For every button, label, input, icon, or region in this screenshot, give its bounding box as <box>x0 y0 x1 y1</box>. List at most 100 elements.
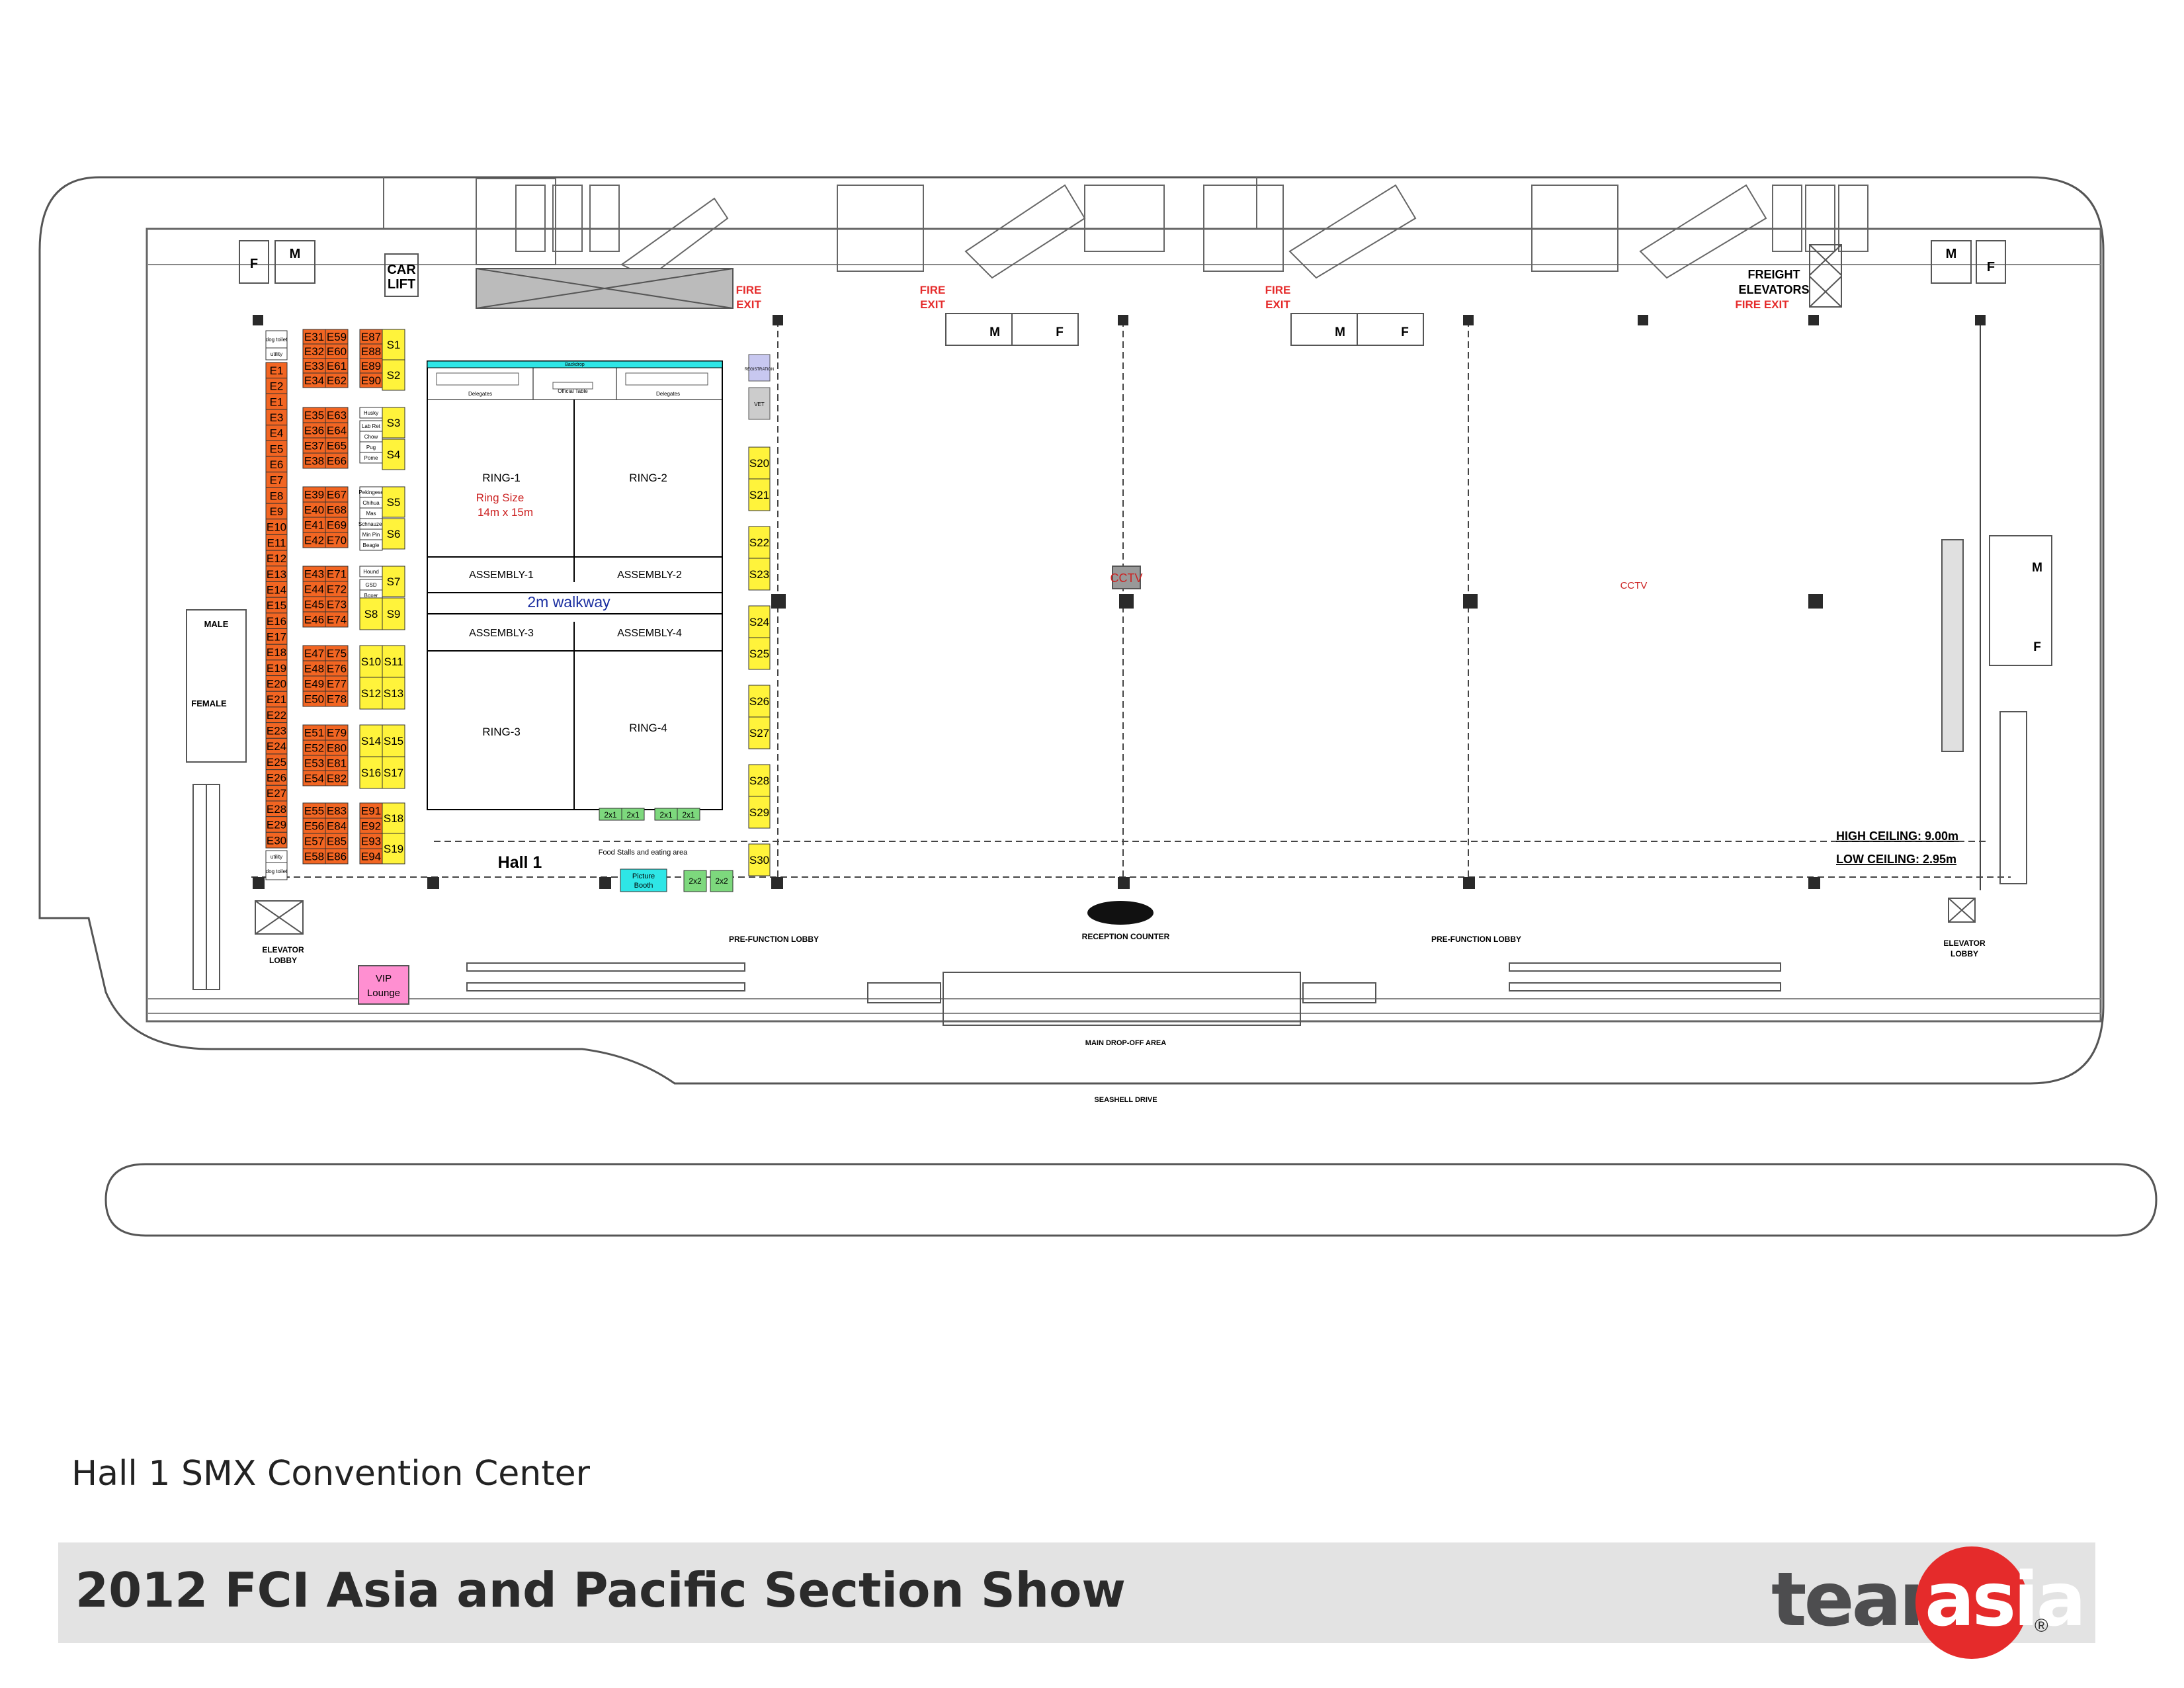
dog-toilet-top-label: dog toilet <box>266 337 288 343</box>
prefunction-lobby-right: PRE-FUNCTION LOBBY <box>1431 935 1521 944</box>
sponsor-pair-2-a-label: S12 <box>361 687 381 700</box>
booth-col1-23-label: E23 <box>267 725 286 738</box>
booth-col3-7-label: E70 <box>327 534 347 547</box>
booth-col1-8-label: E8 <box>270 489 284 502</box>
booth-col3-17-label: E80 <box>327 742 347 755</box>
booth-col2-15-label: E50 <box>304 693 324 706</box>
picture-booth-label-2: Booth <box>634 882 653 890</box>
sponsor-pair-2-b-label: S13 <box>384 687 403 700</box>
booth-col3-18-label: E81 <box>327 757 347 770</box>
car-lift-label-2: LIFT <box>388 277 415 292</box>
breed-tag-2-label: Chow <box>364 434 378 440</box>
sponsor-right-0-label: S20 <box>749 457 769 470</box>
breed-tag-7-label: Mas <box>366 511 376 517</box>
booth-col3-12-label: E75 <box>327 648 347 660</box>
booth-col2-top-0-label: E31 <box>304 331 324 343</box>
ring-3-label: RING-3 <box>482 726 521 738</box>
booth-col2-22-label: E57 <box>304 835 324 848</box>
booth-col1-28-label: E28 <box>267 803 286 816</box>
fire-exit-1-b: EXIT <box>736 298 761 311</box>
sponsor-pair-1-a-label: S10 <box>361 655 381 668</box>
booth-col3-22-label: E85 <box>327 835 347 848</box>
stall-2x1-c: 2x1 <box>659 810 673 820</box>
booth-col1-14-label: E14 <box>267 583 286 596</box>
sponsor-left-bottom-1-label: S19 <box>384 843 403 855</box>
reception-counter-shape <box>1087 901 1154 925</box>
teamasia-logo: team asia ® <box>1771 1546 2086 1659</box>
booth-col3-20-label: E83 <box>327 805 347 818</box>
booth-col2-1-label: E36 <box>304 425 324 437</box>
male-toilet-tl: M <box>290 247 301 261</box>
booth-col3-13-label: E76 <box>327 663 347 675</box>
booth-col2-21-label: E56 <box>304 820 324 833</box>
stall-2x2-b: 2x2 <box>715 876 728 886</box>
booth-col3-8-label: E71 <box>327 568 347 581</box>
booth-col2-14-label: E49 <box>304 678 324 691</box>
vip-lounge-label-1: VIP <box>376 973 392 984</box>
female-washroom-label: FEMALE <box>191 698 227 708</box>
cctv-label-2: CCTV <box>1620 580 1648 591</box>
utility-bottom-label: utility <box>271 854 282 860</box>
elevator-lobby-right-2: LOBBY <box>1951 949 1978 958</box>
hall-1-label: Hall 1 <box>498 853 542 872</box>
seashell-drive-label: SEASHELL DRIVE <box>1094 1096 1157 1104</box>
cctv-label-1: CCTV <box>1111 571 1143 585</box>
hall-toilet-m-2: M <box>1335 325 1345 339</box>
booth-col2-11-label: E46 <box>304 614 324 626</box>
sponsor-right-10-label: S30 <box>749 854 769 866</box>
breed-tag-12-label: GSD <box>365 582 377 588</box>
delegates-right: Delegates <box>656 391 680 397</box>
sponsor-right-3-label: S23 <box>749 568 769 581</box>
logo-registered-mark: ® <box>2035 1615 2048 1636</box>
booth-col3-6-label: E69 <box>327 519 347 532</box>
booth-col1-7-label: E7 <box>270 474 284 487</box>
booth-col1-17-label: E17 <box>267 630 286 643</box>
booth-col4-top-1-label: E88 <box>361 345 381 358</box>
booth-col2-0-label: E35 <box>304 409 324 422</box>
booth-col3-10-label: E73 <box>327 599 347 611</box>
stage-right <box>1941 539 1964 752</box>
booth-col2-9-label: E44 <box>304 583 324 596</box>
booth-col3-15-label: E78 <box>327 693 347 706</box>
hall-toilet-m-1: M <box>989 325 1000 339</box>
reception-counter-label: RECEPTION COUNTER <box>1082 932 1170 941</box>
vet-label: VET <box>754 401 765 407</box>
logo-asia-text: asia <box>1925 1557 2086 1643</box>
booth-col1-16-label: E16 <box>267 615 286 628</box>
sponsor-pair-0-b-label: S9 <box>387 608 401 620</box>
booth-col2-top-2-label: E33 <box>304 360 324 372</box>
booth-col3-3-label: E66 <box>327 455 347 468</box>
fire-exit-3-b: EXIT <box>1265 298 1290 311</box>
booth-col1-18-label: E18 <box>267 646 286 659</box>
booth-col3-2-label: E65 <box>327 440 347 452</box>
title-bar: 2012 FCI Asia and Pacific Section Show t… <box>58 1542 2095 1659</box>
stall-2x1-b: 2x1 <box>626 810 640 820</box>
booth-col3-4-label: E67 <box>327 489 347 501</box>
breed-tag-4-label: Pome <box>364 455 378 461</box>
booth-col2-18-label: E53 <box>304 757 324 770</box>
booth-col1-11-label: E11 <box>267 536 286 549</box>
sponsor-left-0-label: S1 <box>387 339 401 351</box>
booth-col2-12-label: E47 <box>304 648 324 660</box>
booth-col1-5-label: E5 <box>270 443 284 455</box>
booth-col2-8-label: E43 <box>304 568 324 581</box>
booth-col3-top-3-label: E62 <box>327 374 347 387</box>
elevator-lobby-left-1: ELEVATOR <box>262 945 304 954</box>
walkway-label: 2m walkway <box>527 593 610 611</box>
booth-col4-top-3-label: E90 <box>361 374 381 387</box>
breed-tag-8-label: Schnauzer <box>358 521 384 527</box>
stall-2x1-a: 2x1 <box>604 810 617 820</box>
ring-2-label: RING-2 <box>629 472 667 484</box>
booth-col1-29-label: E29 <box>267 819 286 831</box>
booth-col4-top-2-label: E89 <box>361 360 381 372</box>
stall-2x1-d: 2x1 <box>682 810 695 820</box>
booth-col3-0-label: E63 <box>327 409 347 422</box>
fire-exit-2-a: FIRE <box>920 284 946 296</box>
sponsor-pair-3-b-label: S15 <box>384 735 403 747</box>
fire-exit-2-b: EXIT <box>920 298 945 311</box>
hall-toilet-f-2: F <box>1401 325 1409 339</box>
booth-col2-2-label: E37 <box>304 440 324 452</box>
booth-col2-20-label: E55 <box>304 805 324 818</box>
booth-col2-10-label: E45 <box>304 599 324 611</box>
assembly-1-label: ASSEMBLY-1 <box>469 570 534 581</box>
